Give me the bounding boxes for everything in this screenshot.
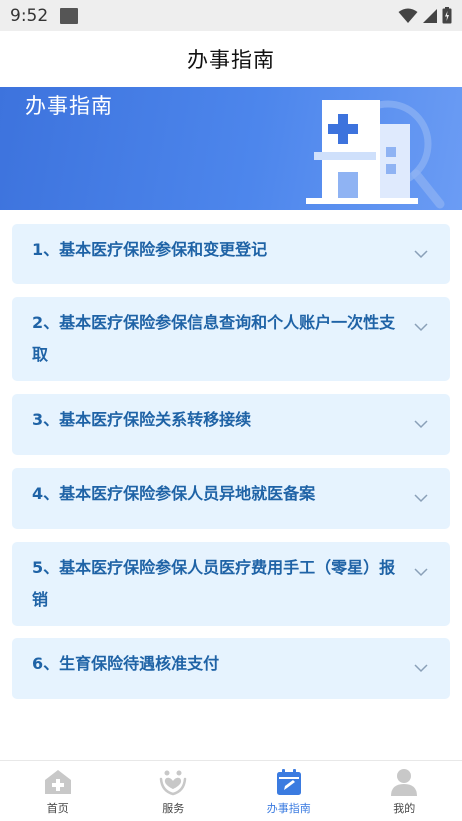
nav-label-guide: 办事指南 [266,802,311,815]
guide-item-3[interactable]: 3、基本医疗保险关系转移接续 [12,394,450,455]
guide-item-5[interactable]: 5、基本医疗保险参保人员医疗费用手工（零星）报销 [12,542,450,626]
status-time: 9:52 [10,5,49,26]
nav-item-home[interactable]: 首页 [0,761,116,821]
service-heart-icon [160,770,187,796]
person-icon [391,769,418,796]
banner: 办事指南 [0,87,462,210]
nav-item-guide[interactable]: 办事指南 [231,761,347,821]
home-plus-icon [44,770,71,794]
chevron-down-icon [414,250,428,259]
guide-item-label: 1、基本医疗保险参保和变更登记 [32,240,268,259]
page-title: 办事指南 [187,48,275,72]
guide-item-4[interactable]: 4、基本医疗保险参保人员异地就医备案 [12,468,450,529]
guide-item-label: 2、基本医疗保险参保信息查询和个人账户一次性支取 [32,313,396,364]
cellular-signal-icon [423,8,437,23]
chevron-down-icon [414,664,428,673]
chevron-down-icon [414,420,428,429]
nav-label-home: 首页 [46,802,69,815]
nav-label-service: 服务 [162,802,185,815]
chevron-down-icon [414,568,428,577]
status-icons [398,7,452,24]
chevron-down-icon [414,323,428,332]
battery-icon [442,7,452,24]
bottom-nav: 首页 服务 办事指南 我的 [0,760,462,821]
notification-icon [60,7,79,24]
nav-label-mine: 我的 [393,802,416,815]
wifi-icon [398,8,418,23]
guide-item-label: 4、基本医疗保险参保人员异地就医备案 [32,484,316,503]
guide-item-label: 6、生育保险待遇核准支付 [32,654,220,673]
chevron-down-icon [414,494,428,503]
banner-title: 办事指南 [25,94,113,118]
guide-item-6[interactable]: 6、生育保险待遇核准支付 [12,638,450,699]
nav-item-service[interactable]: 服务 [116,761,232,821]
guide-item-label: 5、基本医疗保险参保人员医疗费用手工（零星）报销 [32,558,396,609]
guide-item-2[interactable]: 2、基本医疗保险参保信息查询和个人账户一次性支取 [12,297,450,381]
guide-item-label: 3、基本医疗保险关系转移接续 [32,410,252,429]
hospital-illustration-icon [306,100,445,209]
status-bar: 9:52 [0,0,462,31]
guide-item-1[interactable]: 1、基本医疗保险参保和变更登记 [12,224,450,284]
guide-list: 1、基本医疗保险参保和变更登记 2、基本医疗保险参保信息查询和个人账户一次性支取… [0,210,462,760]
nav-item-mine[interactable]: 我的 [347,761,462,821]
calendar-edit-icon [276,769,301,795]
title-bar: 办事指南 [0,31,462,87]
